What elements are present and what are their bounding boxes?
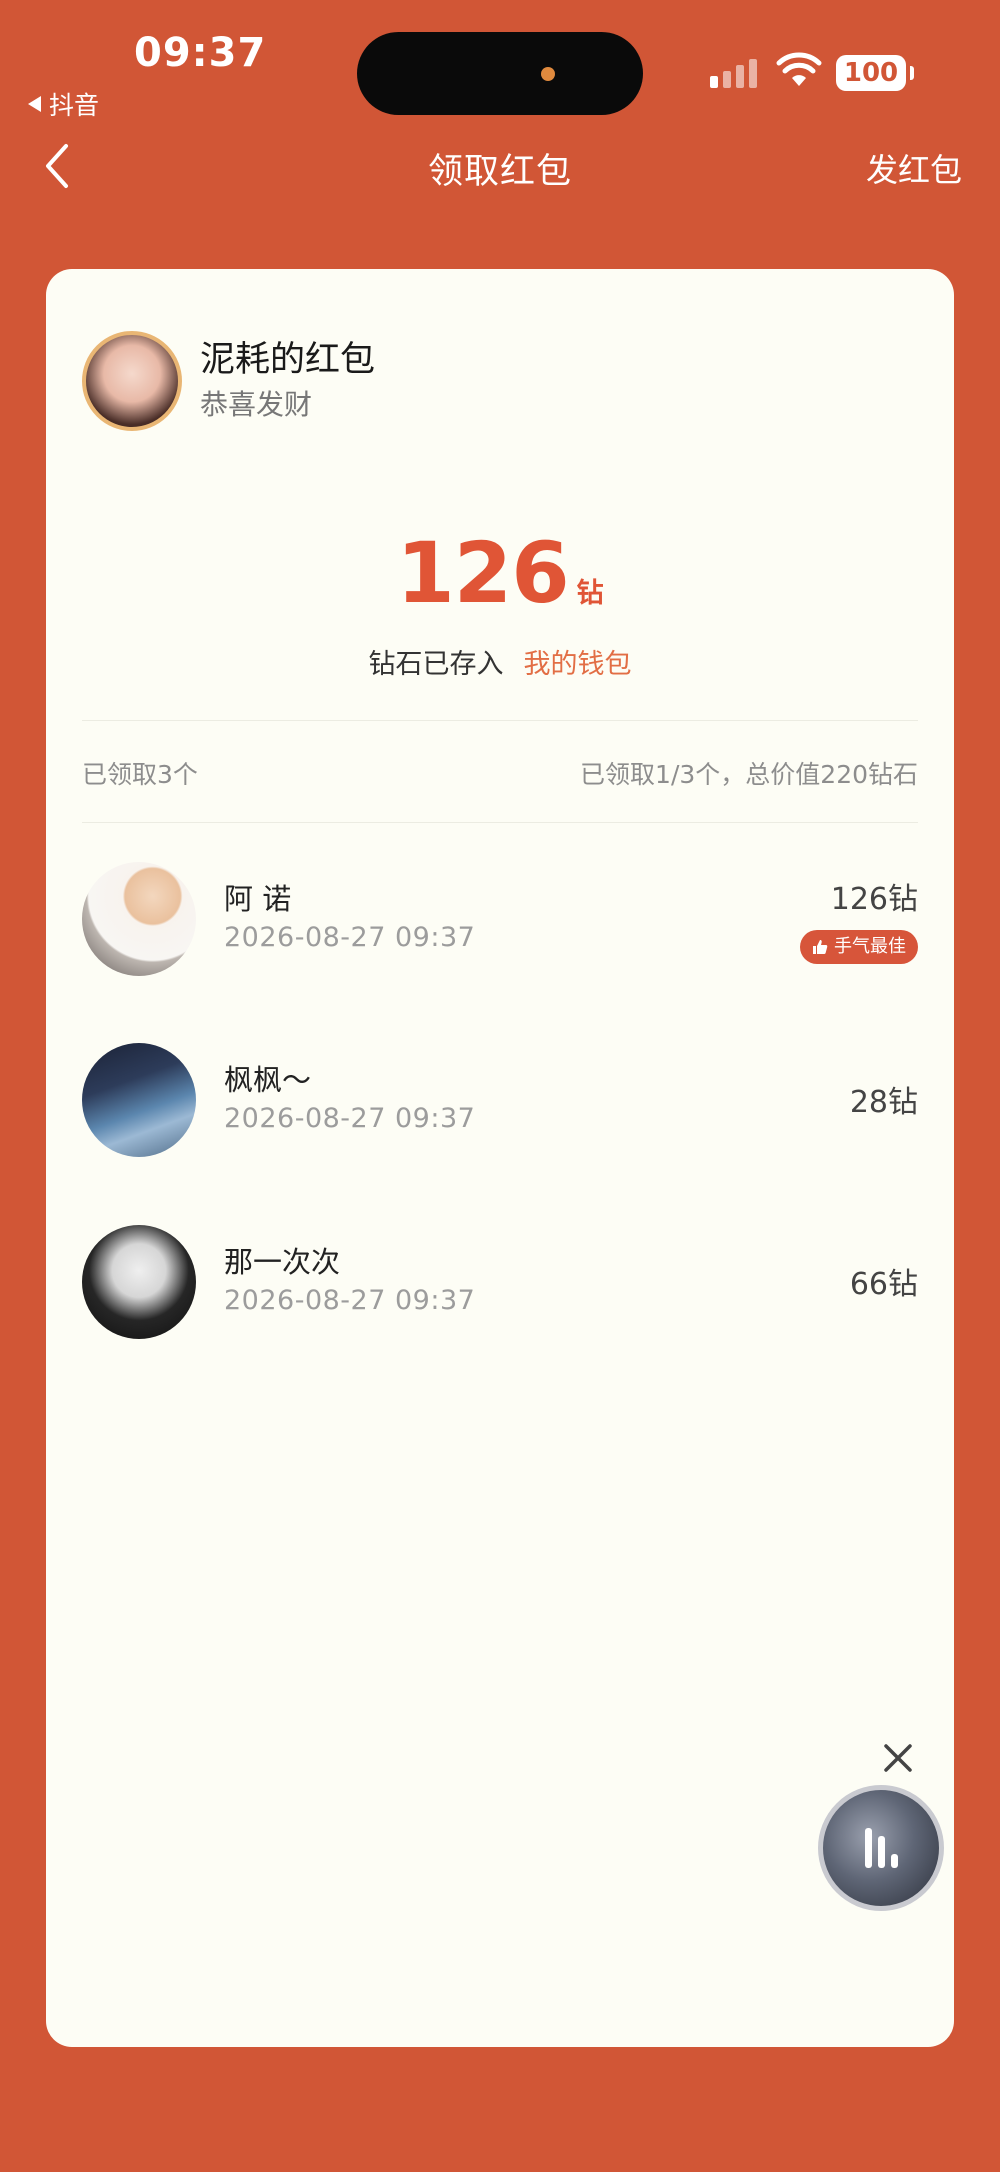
back-to-app-button[interactable]: 抖音 xyxy=(28,86,99,122)
close-icon[interactable] xyxy=(878,1738,918,1778)
claim-amount: 66钻 xyxy=(849,1267,918,1302)
claim-row[interactable]: 枫枫～ 2026-08-27 09:37 28钻 xyxy=(46,1033,954,1163)
recording-indicator-icon xyxy=(541,67,555,81)
battery-icon: 100 xyxy=(836,55,914,91)
best-luck-badge: 手气最佳 xyxy=(800,930,918,964)
back-to-app-label: 抖音 xyxy=(49,91,100,120)
floating-audio-player[interactable] xyxy=(818,1785,944,1911)
divider xyxy=(82,720,918,721)
claimer-name: 枫枫～ xyxy=(224,1063,312,1097)
avatar[interactable] xyxy=(82,1043,196,1157)
claim-time: 2026-08-27 09:37 xyxy=(224,1103,476,1134)
claimer-name: 阿 诺 xyxy=(224,882,292,916)
sender-wish: 恭喜发财 xyxy=(200,388,313,421)
claim-amount: 28钻 xyxy=(849,1085,918,1120)
amount-value: 126 xyxy=(396,524,569,622)
status-time: 09:37 xyxy=(134,30,267,76)
red-packet-card: 泥耗的红包 恭喜发财 126 钻 钻石已存入 我的钱包 已领取3个 已领取1/3… xyxy=(46,269,954,2047)
sender-name: 泥耗的红包 xyxy=(200,340,376,380)
amount-unit: 钻 xyxy=(576,578,604,609)
sender-avatar[interactable] xyxy=(82,331,182,431)
claim-row[interactable]: 阿 诺 2026-08-27 09:37 126钻 手气最佳 xyxy=(46,852,954,982)
thumbs-up-icon xyxy=(813,940,828,954)
best-luck-label: 手气最佳 xyxy=(834,936,906,957)
claim-time: 2026-08-27 09:37 xyxy=(224,922,476,953)
saved-notice: 钻石已存入 我的钱包 xyxy=(46,642,954,681)
send-red-packet-button[interactable]: 发红包 xyxy=(866,145,962,191)
claim-amount: 126钻 xyxy=(830,882,918,917)
saved-text: 钻石已存入 xyxy=(368,649,504,680)
divider xyxy=(82,822,918,823)
claimed-summary: 已领取1/3个，总价值220钻石 xyxy=(580,760,918,789)
dynamic-island xyxy=(357,32,643,115)
signal-icon xyxy=(710,58,757,88)
back-triangle-icon xyxy=(28,96,41,112)
wifi-icon xyxy=(776,52,822,86)
status-bar: 09:37 抖音 100 xyxy=(0,0,1000,130)
received-amount: 126 钻 xyxy=(46,524,954,622)
avatar[interactable] xyxy=(82,1225,196,1339)
page-title: 领取红包 xyxy=(427,152,572,192)
claim-time: 2026-08-27 09:37 xyxy=(224,1285,476,1316)
my-wallet-link[interactable]: 我的钱包 xyxy=(524,642,632,681)
claim-row[interactable]: 那一次次 2026-08-27 09:37 66钻 xyxy=(46,1215,954,1345)
audio-wave-icon xyxy=(865,1828,898,1868)
claimed-count: 已领取3个 xyxy=(82,760,198,789)
avatar[interactable] xyxy=(82,862,196,976)
claimer-name: 那一次次 xyxy=(224,1245,341,1279)
